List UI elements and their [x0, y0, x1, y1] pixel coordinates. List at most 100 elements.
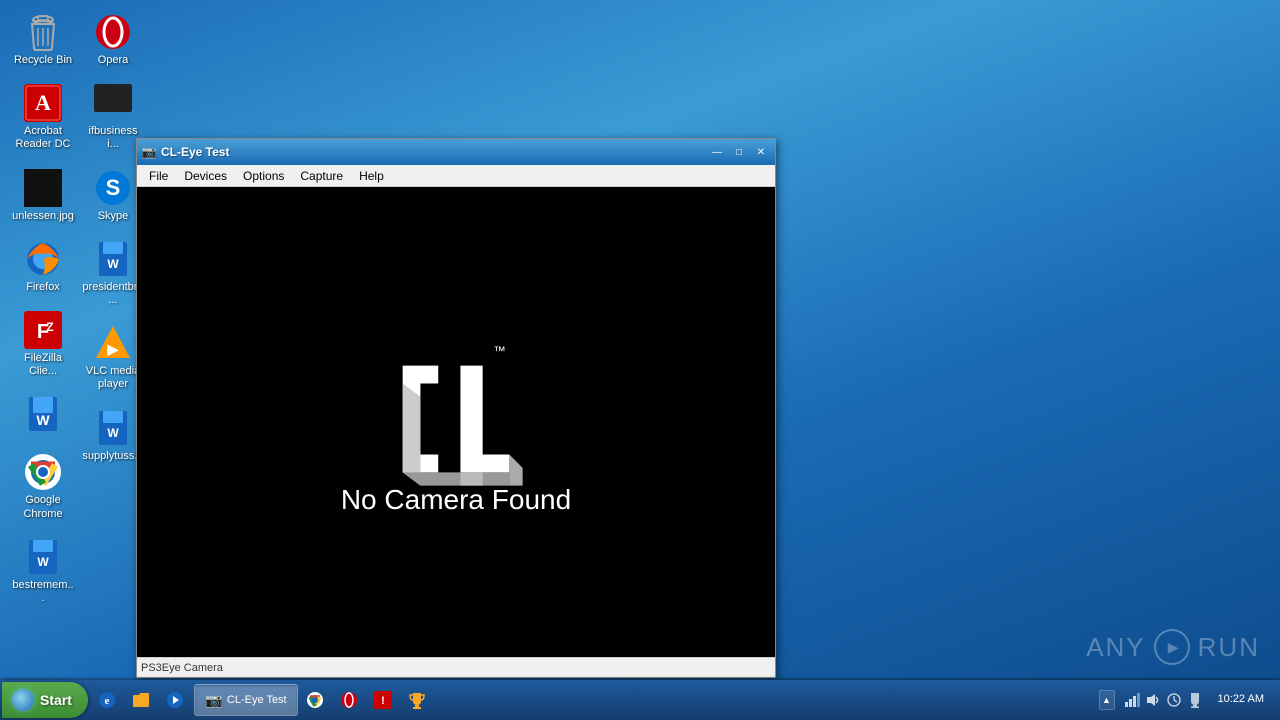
ifbusiness-icon: [93, 83, 133, 123]
taskbar-item-folder[interactable]: [126, 684, 158, 716]
window-statusbar: PS3Eye Camera: [137, 657, 775, 677]
word-doc-icon: W: [23, 394, 63, 434]
taskbar-item-opera-tb[interactable]: [334, 684, 366, 716]
taskbar-item-chrome-tb[interactable]: [300, 684, 332, 716]
taskbar-item-wmp[interactable]: [160, 684, 192, 716]
menu-capture[interactable]: Capture: [292, 167, 351, 185]
close-button[interactable]: ✕: [751, 143, 771, 161]
presidentbra-label: presidentbra...: [82, 281, 144, 307]
anyrun-any-text: ANY: [1086, 632, 1145, 663]
chrome-taskbar-icon: [306, 691, 324, 709]
supplytuss-icon: W: [93, 408, 133, 448]
bestremem-label: bestremem...: [12, 579, 74, 605]
cl-eye-task-icon: 📷: [205, 691, 223, 709]
taskbar-item-cl-eye[interactable]: 📷 CL-Eye Test: [194, 684, 298, 716]
taskbar-item-ie[interactable]: e: [92, 684, 124, 716]
opera-taskbar-icon: [340, 691, 358, 709]
ie-icon: e: [98, 691, 116, 709]
desktop-icon-opera[interactable]: Opera: [78, 8, 148, 71]
anyrun-play-icon: ▶: [1154, 629, 1190, 665]
no-camera-text: No Camera Found: [341, 484, 571, 516]
svg-text:▶: ▶: [107, 341, 120, 357]
skype-label: Skype: [98, 210, 129, 223]
chrome-icon: [23, 452, 63, 492]
menu-help[interactable]: Help: [351, 167, 392, 185]
desktop-icons-area: Recycle Bin A Acrobat Reader DC unlessen…: [0, 0, 86, 680]
svg-text:W: W: [37, 555, 49, 569]
desktop-icon-acrobat[interactable]: A Acrobat Reader DC: [8, 79, 78, 155]
svg-text:Z: Z: [46, 320, 53, 334]
system-clock[interactable]: 10:22 AM: [1212, 693, 1270, 706]
menu-devices[interactable]: Devices: [176, 167, 235, 185]
desktop-icon-chrome[interactable]: Google Chrome: [8, 448, 78, 524]
taskbar-item-eset[interactable]: !: [368, 684, 400, 716]
svg-text:e: e: [104, 695, 109, 707]
tray-icons: [1119, 691, 1208, 709]
taskbar-items: e: [88, 684, 1091, 716]
vlc-icon: ▶: [93, 323, 133, 363]
trophy-taskbar-icon: [408, 691, 426, 709]
anyrun-play-symbol: ▶: [1168, 639, 1179, 656]
desktop-icon-firefox[interactable]: Firefox: [8, 235, 78, 298]
network-tray-icon[interactable]: [1123, 691, 1141, 709]
presidentbra-icon: W: [93, 239, 133, 279]
vlc-label: VLC media player: [82, 365, 144, 391]
svg-text:W: W: [107, 257, 119, 271]
menu-options[interactable]: Options: [235, 167, 292, 185]
window-content: ™ No Camera F: [137, 187, 775, 657]
supplytuss-label: supplytuss...: [82, 450, 143, 463]
acrobat-icon: A: [23, 83, 63, 123]
start-button[interactable]: Start: [2, 682, 88, 718]
anyrun-run-text: RUN: [1198, 632, 1260, 663]
cl-eye-window: 📷 CL-Eye Test — □ ✕ File Devices Options…: [136, 138, 776, 678]
filezilla-icon: F Z: [23, 310, 63, 350]
desktop-icon-bestremem[interactable]: W bestremem...: [8, 533, 78, 609]
desktop: Recycle Bin A Acrobat Reader DC unlessen…: [0, 0, 1280, 720]
taskbar-item-trophy[interactable]: [402, 684, 434, 716]
taskbar: Start e: [0, 680, 1280, 720]
trophy-tray-icon[interactable]: [1186, 691, 1204, 709]
time-sync-tray-icon[interactable]: [1165, 691, 1183, 709]
firefox-icon: [23, 239, 63, 279]
tray-expand-button[interactable]: ▲: [1099, 690, 1115, 710]
svg-text:A: A: [35, 90, 51, 115]
filezilla-label: FileZilla Clie...: [12, 352, 74, 378]
menu-file[interactable]: File: [141, 167, 176, 185]
opera-icon: [93, 12, 133, 52]
chrome-label: Google Chrome: [12, 494, 74, 520]
window-controls: — □ ✕: [707, 143, 771, 161]
start-label: Start: [40, 692, 72, 708]
svg-text:™: ™: [493, 344, 505, 358]
unlessen-icon: [23, 168, 63, 208]
desktop-icon-unlessen[interactable]: unlessen.jpg: [8, 164, 78, 227]
skype-icon: S: [93, 168, 133, 208]
desktop-icon-filezilla[interactable]: F Z FileZilla Clie...: [8, 306, 78, 382]
eset-icon: !: [374, 691, 392, 709]
desktop-icon-recycle-bin[interactable]: Recycle Bin: [8, 8, 78, 71]
svg-text:W: W: [107, 426, 119, 440]
system-tray: ▲: [1091, 680, 1278, 720]
sound-tray-icon[interactable]: [1144, 691, 1162, 709]
statusbar-text: PS3Eye Camera: [141, 662, 223, 674]
folder-icon: [132, 691, 150, 709]
svg-text:W: W: [36, 412, 50, 428]
window-titlebar[interactable]: 📷 CL-Eye Test — □ ✕: [137, 139, 775, 165]
svg-text:S: S: [106, 175, 121, 200]
opera-label: Opera: [98, 54, 129, 67]
unlessen-label: unlessen.jpg: [12, 210, 74, 223]
clock-time: 10:22 AM: [1218, 693, 1264, 706]
recycle-bin-label: Recycle Bin: [14, 54, 72, 67]
bestremem-icon: W: [23, 537, 63, 577]
ifbusiness-label: ifbusiness i...: [82, 125, 144, 151]
recycle-bin-icon: [23, 12, 63, 52]
acrobat-label: Acrobat Reader DC: [12, 125, 74, 151]
svg-text:!: !: [381, 695, 385, 707]
cl-eye-task-label: CL-Eye Test: [227, 694, 287, 706]
wmp-icon: [166, 691, 184, 709]
anyrun-watermark: ANY ▶ RUN: [1086, 629, 1260, 665]
window-menubar: File Devices Options Capture Help: [137, 165, 775, 187]
window-title-text: CL-Eye Test: [161, 145, 707, 159]
desktop-icon-word-doc[interactable]: W: [8, 390, 78, 440]
maximize-button[interactable]: □: [729, 143, 749, 161]
minimize-button[interactable]: —: [707, 143, 727, 161]
